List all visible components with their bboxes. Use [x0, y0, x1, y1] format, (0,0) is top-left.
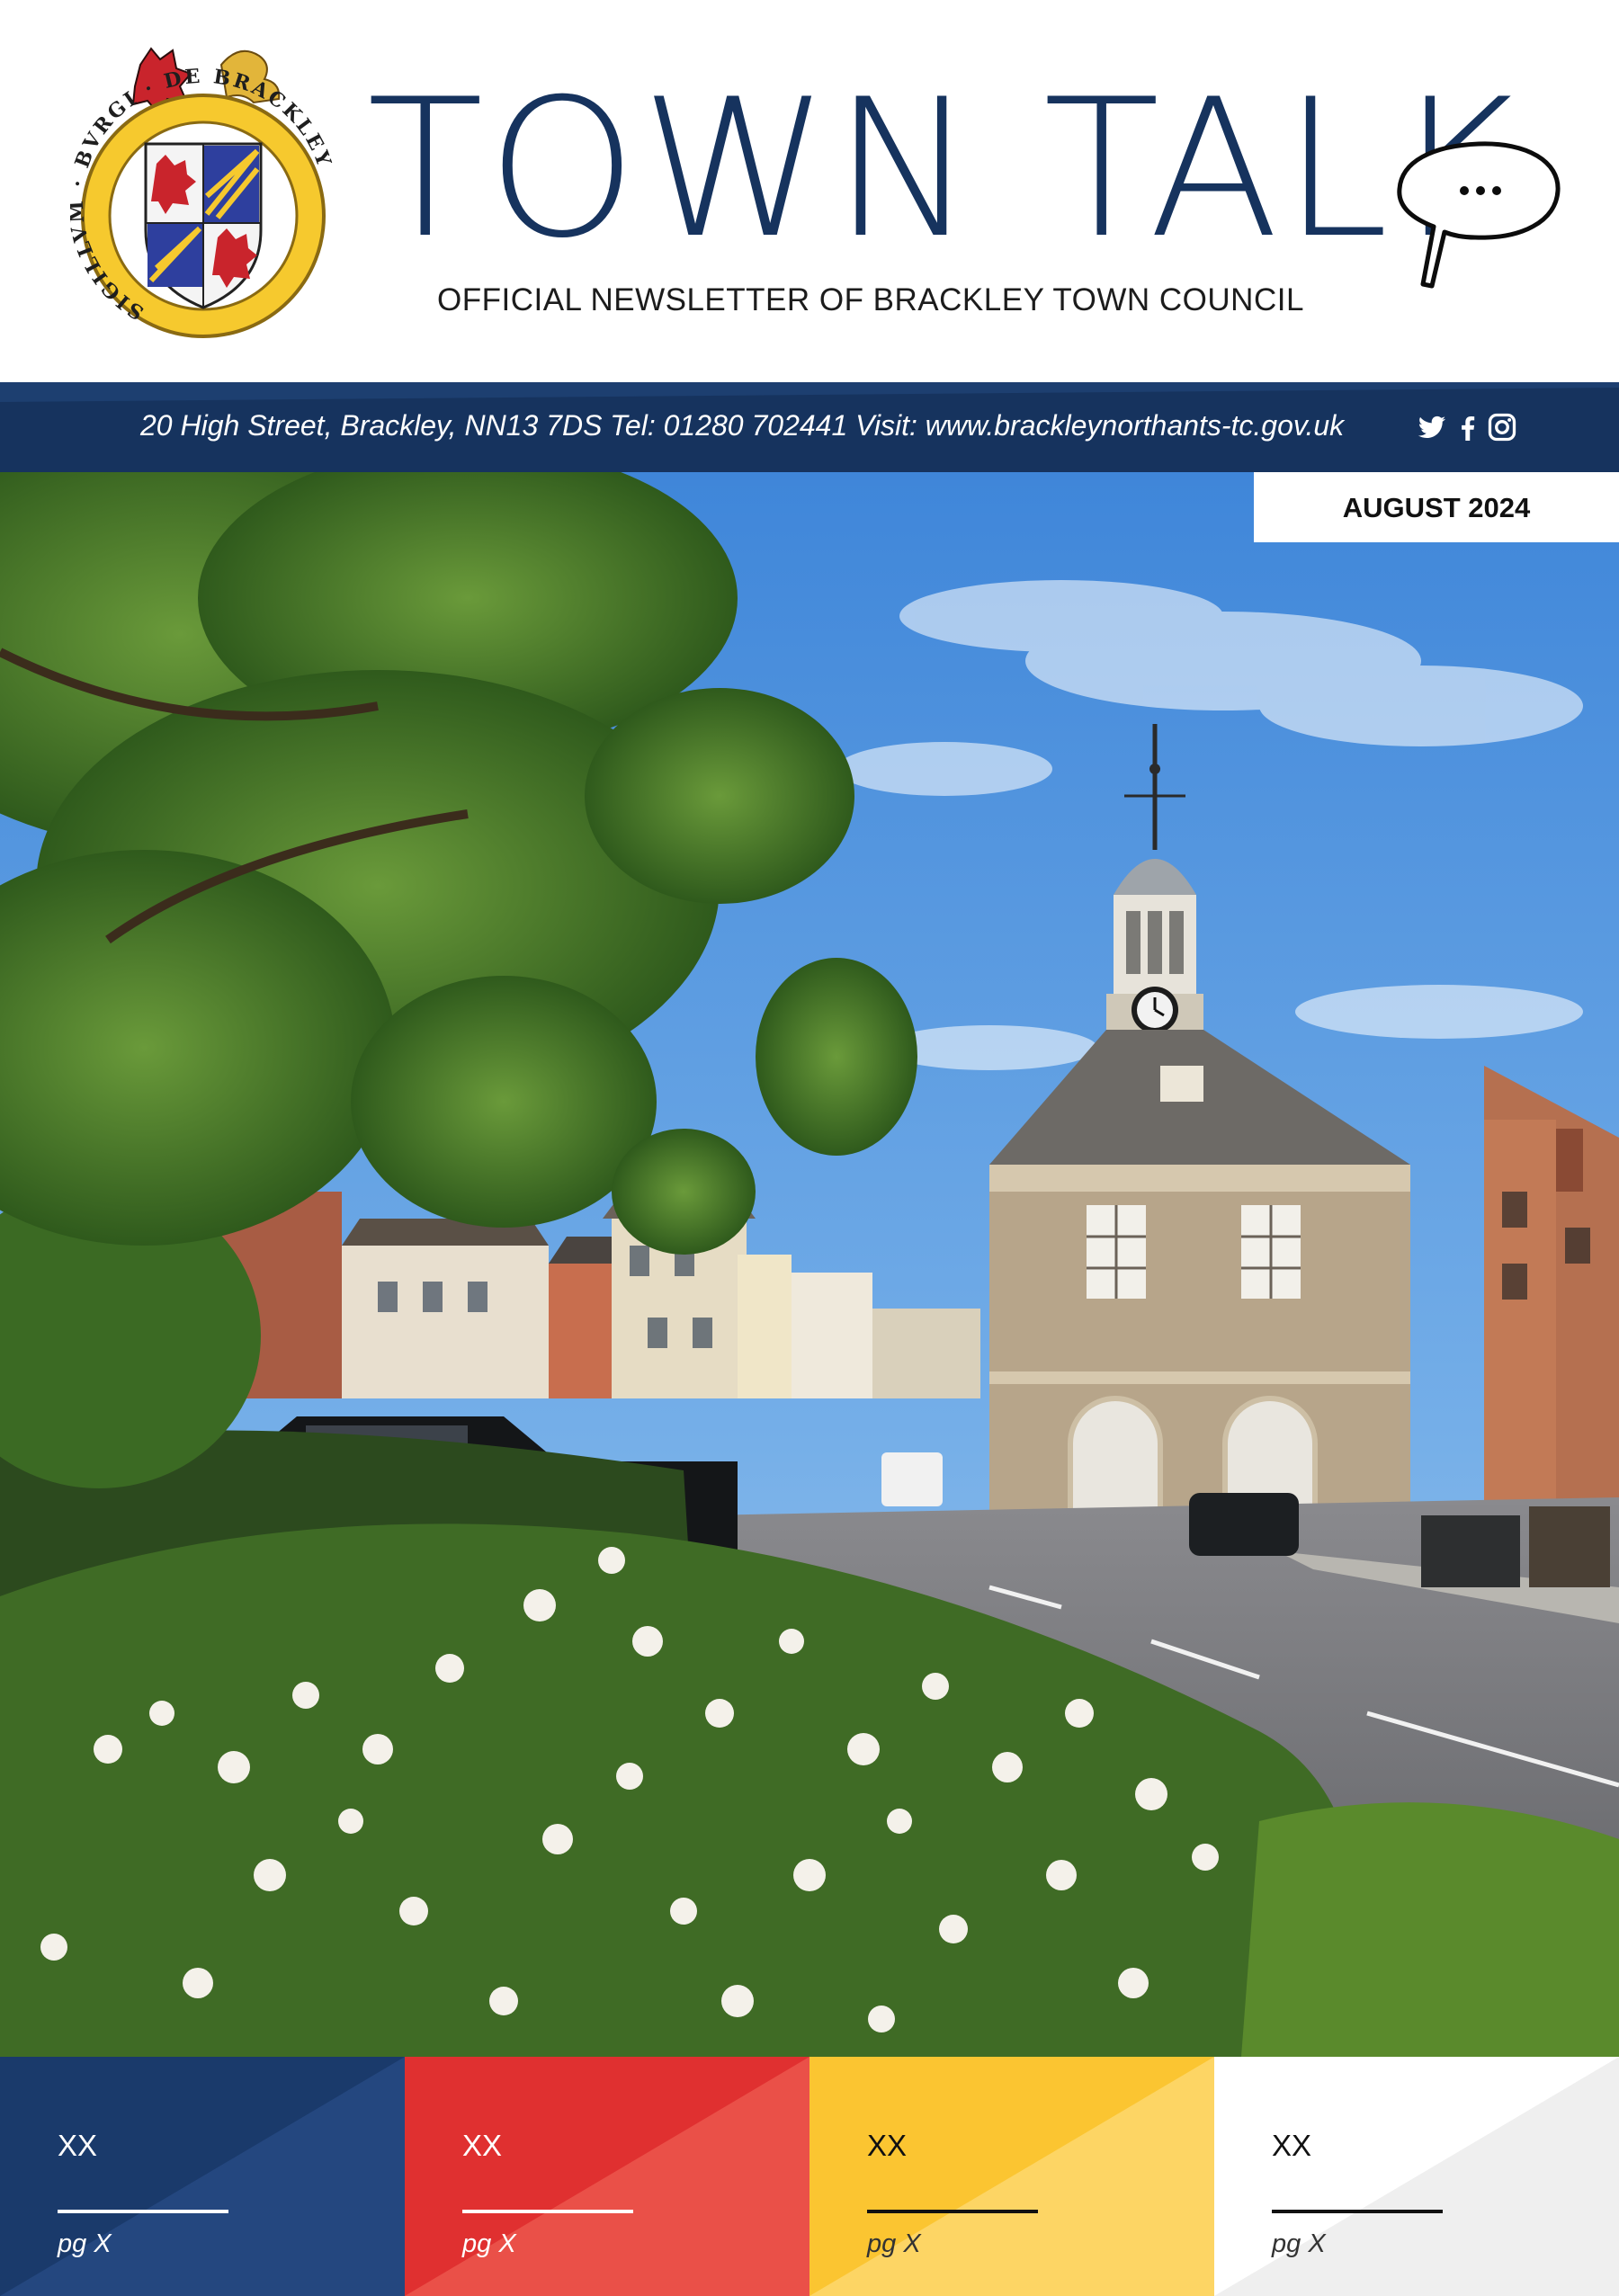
contents-tile[interactable]: XX pg X — [810, 2057, 1214, 2296]
tile-divider — [1272, 2210, 1443, 2213]
cover-photo — [0, 472, 1619, 2057]
contents-tile-page: pg X — [58, 2229, 112, 2258]
contents-tile[interactable]: XX pg X — [0, 2057, 405, 2296]
masthead: SIGILLVM · BVRGI · DE BRACKLEY TOWN TALK… — [0, 0, 1619, 382]
brackley-crest-logo: SIGILLVM · BVRGI · DE BRACKLEY — [70, 47, 334, 338]
town-hall-photo — [0, 472, 1619, 2057]
contents-tile[interactable]: XX pg X — [405, 2057, 810, 2296]
contents-tile-label: XX — [462, 2129, 503, 2162]
contents-tile-page: pg X — [867, 2229, 921, 2258]
speech-bubble-icon — [1397, 141, 1561, 289]
contents-tile-label: XX — [1272, 2129, 1312, 2162]
tile-divider — [58, 2210, 228, 2213]
issue-date: AUGUST 2024 — [1342, 492, 1531, 523]
contents-tile-label: XX — [867, 2129, 908, 2162]
issue-date-box: AUGUST 2024 — [1254, 472, 1619, 542]
facebook-icon[interactable] — [1452, 411, 1484, 443]
instagram-icon[interactable] — [1486, 411, 1518, 443]
contact-details: 20 High Street, Brackley, NN13 7DS Tel: … — [140, 409, 1345, 442]
tile-divider — [867, 2210, 1038, 2213]
contents-tile-label: XX — [58, 2129, 98, 2162]
twitter-icon[interactable] — [1416, 411, 1448, 443]
contents-tile-page: pg X — [1272, 2229, 1326, 2258]
contents-tile[interactable]: XX pg X — [1214, 2057, 1619, 2296]
contact-band: 20 High Street, Brackley, NN13 7DS Tel: … — [0, 382, 1619, 472]
contents-tile-page: pg X — [462, 2229, 516, 2258]
tile-divider — [462, 2210, 633, 2213]
newsletter-subtitle: OFFICIAL NEWSLETTER OF BRACKLEY TOWN COU… — [437, 282, 1304, 317]
newsletter-title: TOWN TALK — [367, 58, 1522, 280]
